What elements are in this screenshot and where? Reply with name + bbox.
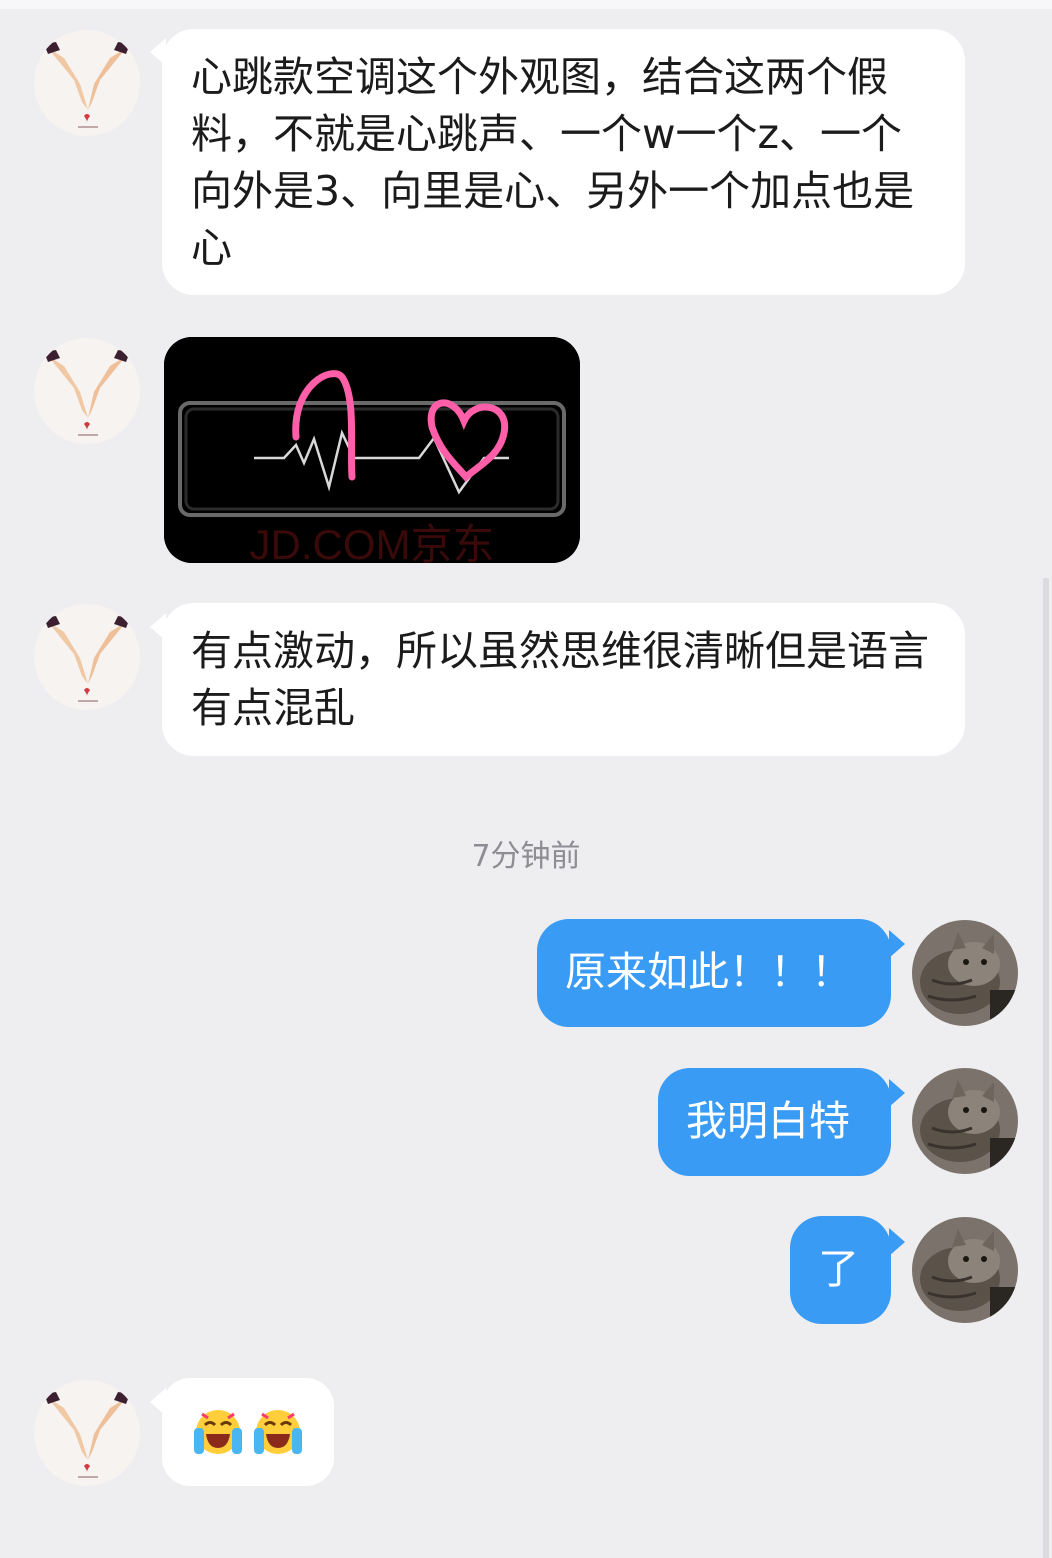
message-text: 我明白特 [686, 1097, 850, 1145]
message-text: 了 [818, 1245, 859, 1293]
top-edge [0, 0, 1052, 9]
outgoing-message[interactable]: 我明白特 [658, 1068, 891, 1176]
bubble-tail [889, 930, 905, 958]
user-avatar[interactable] [912, 1217, 1018, 1323]
incoming-message[interactable]: 心跳款空调这个外观图，结合这两个假料，不就是心跳声、一个w一个z、一个向外是3、… [162, 29, 965, 295]
outgoing-message[interactable]: 原来如此！！！ [537, 919, 891, 1027]
heartbeat-image[interactable]: JD.COM京东 [164, 337, 580, 563]
incoming-emoji-message[interactable] [162, 1378, 334, 1486]
message-text: 原来如此！！！ [565, 948, 852, 996]
scrollbar[interactable] [1043, 578, 1049, 1558]
user-avatar[interactable] [912, 920, 1018, 1026]
outgoing-message[interactable]: 了 [790, 1216, 891, 1324]
bubble-tail [889, 1228, 905, 1256]
crying-laughing-emoji-icon [192, 1406, 244, 1462]
contact-avatar[interactable] [34, 30, 140, 136]
message-text: 心跳款空调这个外观图，结合这两个假料，不就是心跳声、一个w一个z、一个向外是3、… [191, 53, 915, 272]
crying-laughing-emoji-icon [252, 1406, 304, 1462]
contact-avatar[interactable] [34, 1380, 140, 1486]
user-avatar[interactable] [912, 1068, 1018, 1174]
message-text: 有点激动，所以虽然思维很清晰但是语言有点混乱 [191, 627, 929, 732]
contact-avatar[interactable] [34, 338, 140, 444]
timestamp: 7分钟前 [471, 839, 581, 874]
contact-avatar[interactable] [34, 604, 140, 710]
image-watermark: JD.COM京东 [250, 521, 495, 563]
incoming-message[interactable]: 有点激动，所以虽然思维很清晰但是语言有点混乱 [162, 603, 965, 756]
bubble-tail [889, 1079, 905, 1107]
